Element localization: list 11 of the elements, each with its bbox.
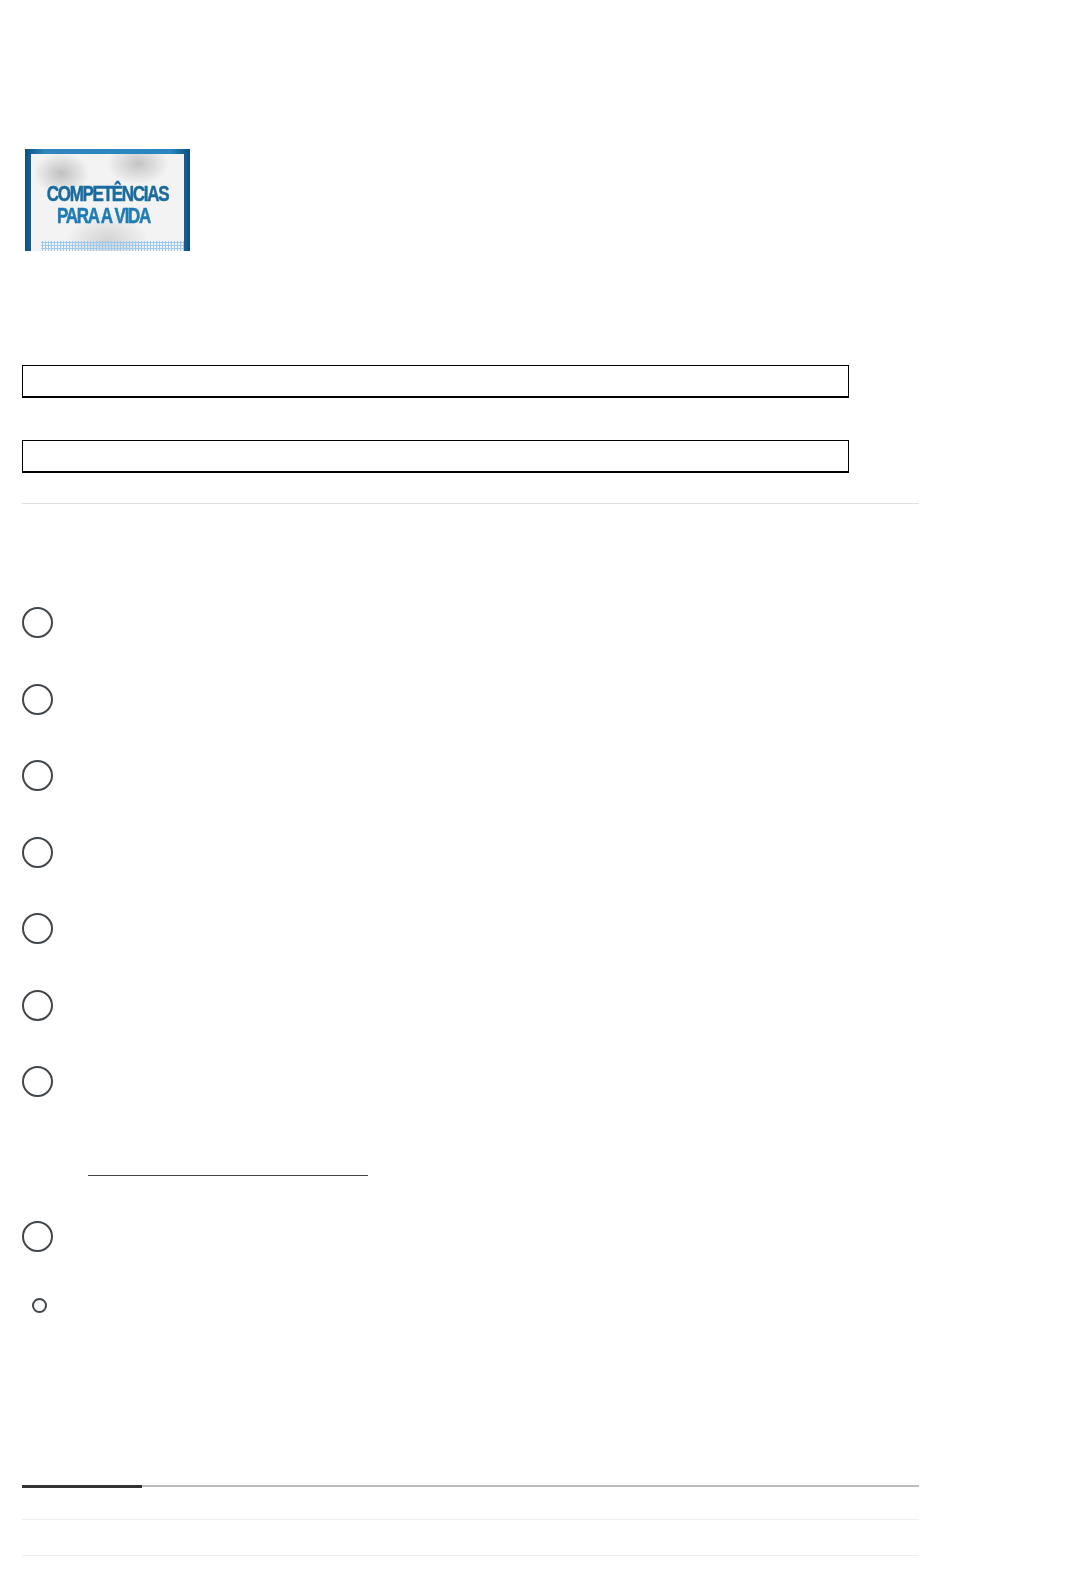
text-field[interactable] — [22, 365, 849, 398]
radio-button[interactable] — [22, 836, 53, 868]
radio-button[interactable] — [22, 989, 53, 1021]
radio-button[interactable] — [22, 607, 53, 638]
radio-button[interactable] — [22, 760, 53, 791]
radio-button[interactable] — [31, 1298, 47, 1313]
radio-button[interactable] — [22, 1066, 53, 1097]
radio-button[interactable] — [22, 913, 53, 944]
radio-button[interactable] — [22, 1221, 53, 1252]
text-field[interactable] — [22, 440, 849, 473]
radio-button[interactable] — [22, 683, 53, 715]
